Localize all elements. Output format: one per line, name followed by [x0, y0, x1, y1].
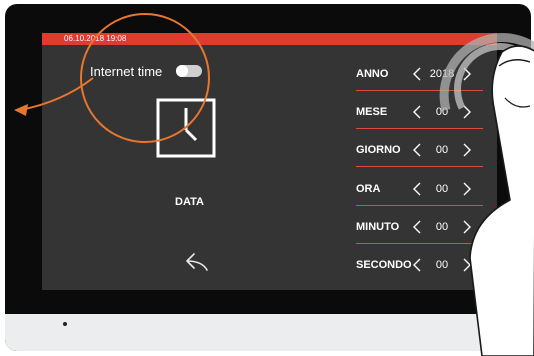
field-row-giorno: GIORNO 00 — [356, 139, 483, 161]
row-divider — [356, 243, 483, 244]
field-label: ANNO — [356, 68, 389, 80]
field-row-anno: ANNO 2018 — [356, 63, 483, 85]
field-label: ORA — [356, 183, 381, 195]
clock-icon — [156, 98, 216, 158]
field-label: MESE — [356, 106, 388, 118]
chevron-left-icon[interactable] — [412, 105, 422, 119]
row-divider — [356, 166, 483, 167]
row-divider — [356, 90, 483, 91]
chevron-right-icon[interactable] — [462, 105, 472, 119]
device-bottom-bezel — [5, 314, 531, 351]
row-divider — [356, 205, 483, 206]
chevron-left-icon[interactable] — [412, 258, 422, 272]
field-value[interactable]: 00 — [422, 144, 462, 156]
chevron-left-icon[interactable] — [412, 220, 422, 234]
field-label: MINUTO — [356, 221, 400, 233]
internet-time-toggle[interactable] — [176, 65, 203, 77]
field-row-minuto: MINUTO 00 — [356, 216, 483, 238]
internet-time-row: Internet time — [90, 63, 203, 79]
date-section-label: DATA — [175, 196, 204, 208]
chevron-left-icon[interactable] — [412, 67, 422, 81]
field-row-secondo: SECONDO 00 — [356, 254, 483, 276]
field-value[interactable]: 00 — [422, 106, 462, 118]
chevron-right-icon[interactable] — [462, 182, 472, 196]
status-bar: 06.10.2018 19:08 — [42, 33, 497, 45]
chevron-right-icon[interactable] — [462, 67, 472, 81]
field-value[interactable]: 00 — [422, 221, 462, 233]
field-value[interactable]: 2018 — [422, 68, 462, 80]
status-led — [63, 322, 67, 326]
chevron-right-icon[interactable] — [462, 220, 472, 234]
chevron-left-icon[interactable] — [412, 143, 422, 157]
field-label: GIORNO — [356, 144, 401, 156]
field-row-ora: ORA 00 — [356, 178, 483, 200]
field-value[interactable]: 00 — [422, 183, 462, 195]
field-row-mese: MESE 00 — [356, 101, 483, 123]
chevron-right-icon[interactable] — [462, 143, 472, 157]
field-label: SECONDO — [356, 259, 412, 271]
field-value[interactable]: 00 — [422, 259, 462, 271]
status-datetime: 06.10.2018 19:08 — [64, 34, 127, 43]
row-divider — [356, 128, 483, 129]
internet-time-label: Internet time — [90, 63, 163, 79]
toggle-knob — [176, 65, 189, 77]
back-arrow-icon[interactable] — [184, 251, 210, 273]
chevron-left-icon[interactable] — [412, 182, 422, 196]
chevron-right-icon[interactable] — [462, 258, 472, 272]
date-time-settings-screen: 06.10.2018 19:08 Internet time DATA ANNO… — [42, 33, 497, 290]
